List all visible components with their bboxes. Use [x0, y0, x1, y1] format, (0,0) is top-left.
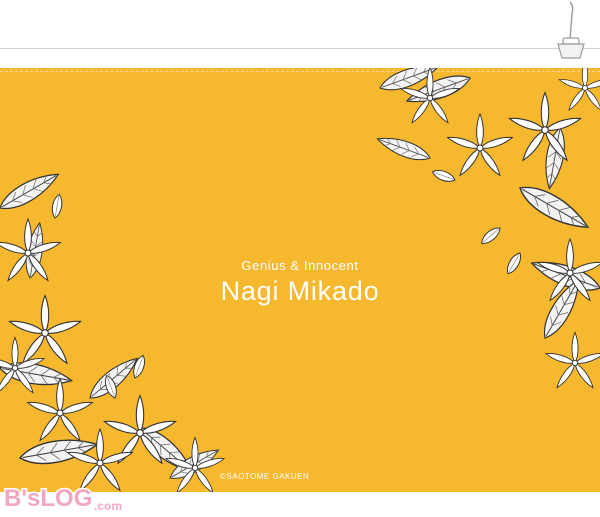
zipper-pull-icon: [557, 1, 585, 59]
pouch-body: Genius & Innocent Nagi Mikado ©SAOTOME G…: [0, 68, 600, 492]
svg-text:B'sLOG: B'sLOG: [4, 485, 92, 512]
bslog-logo-icon: B'sLOG .com: [3, 484, 124, 515]
zipper-band: [0, 0, 600, 68]
copyright-text: ©SAOTOME GAKUEN: [220, 472, 310, 481]
svg-text:.com: .com: [94, 499, 122, 513]
pouch-subtitle: Genius & Innocent: [241, 258, 359, 273]
pouch-title: Nagi Mikado: [220, 276, 380, 306]
zipper-line: [0, 48, 600, 49]
